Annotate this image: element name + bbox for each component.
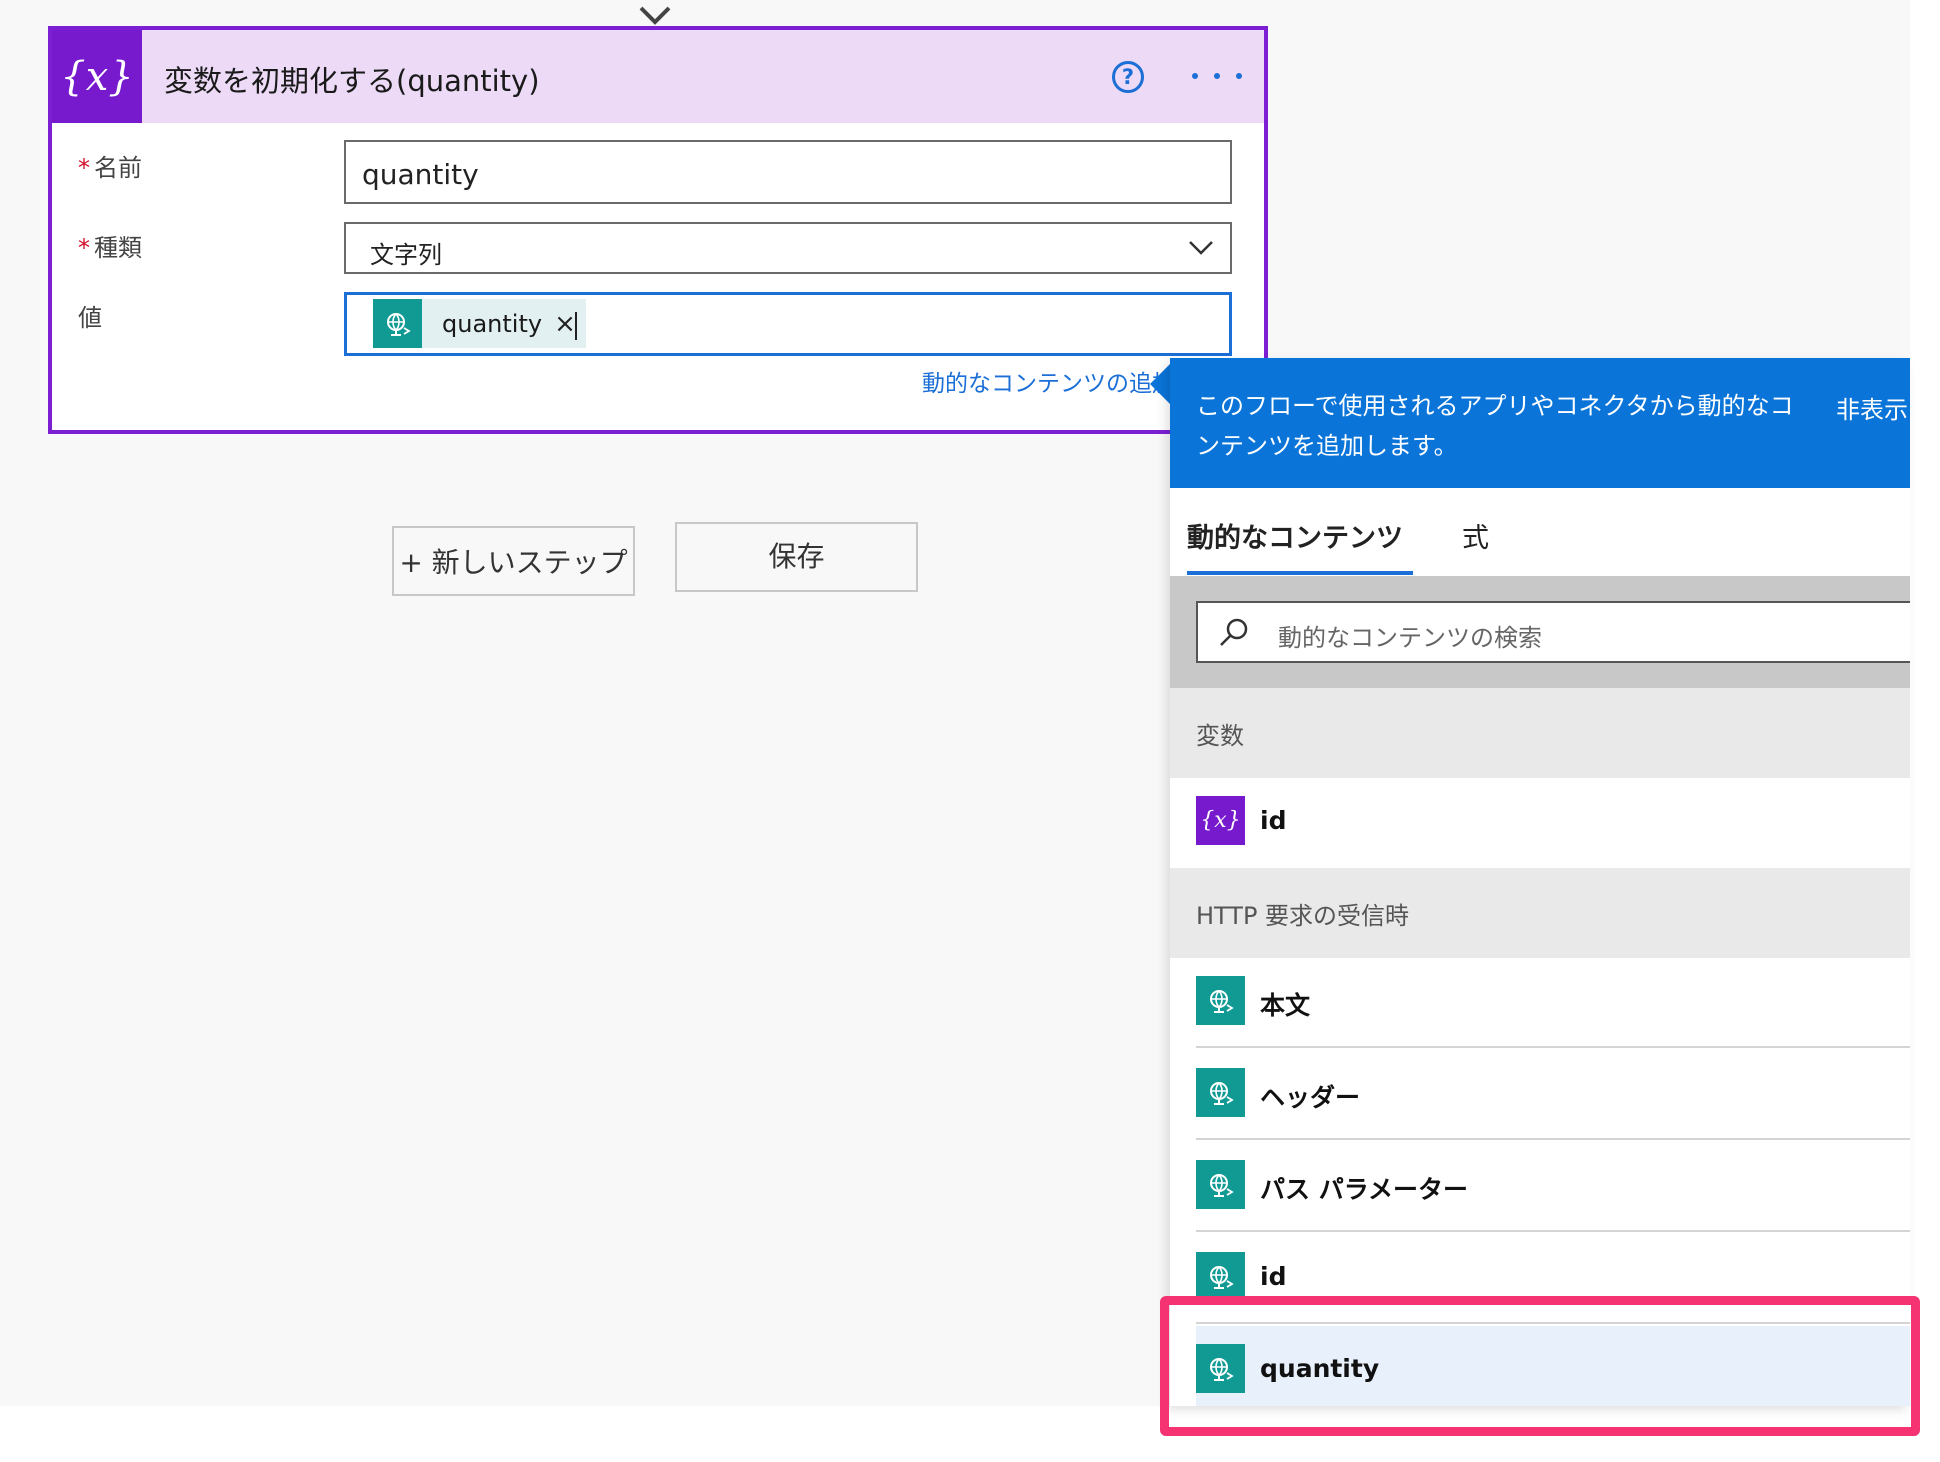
card-title[interactable]: 変数を初期化する(quantity) bbox=[164, 58, 540, 100]
list-item[interactable]: ヘッダー bbox=[1196, 1050, 1910, 1140]
search-placeholder: 動的なコンテンツの検索 bbox=[1278, 624, 1542, 652]
name-field-value: quantity bbox=[362, 158, 479, 191]
list-item[interactable]: パス パラメーター bbox=[1196, 1142, 1910, 1232]
section-http-request: HTTP 要求の受信時 bbox=[1170, 868, 1910, 958]
chevron-down-icon bbox=[1189, 241, 1213, 255]
name-field[interactable]: quantity bbox=[344, 140, 1232, 204]
list-item[interactable]: 本文 bbox=[1196, 958, 1910, 1048]
panel-header: このフローで使用されるアプリやコネクタから動的なコンテンツを追加します。 非表示 bbox=[1170, 358, 1910, 488]
new-step-button[interactable]: + 新しいステップ bbox=[392, 526, 635, 596]
text-cursor bbox=[575, 312, 577, 340]
help-icon[interactable]: ? bbox=[1112, 61, 1144, 93]
tab-dynamic-content[interactable]: 動的なコンテンツ bbox=[1187, 516, 1403, 555]
active-tab-indicator bbox=[1187, 571, 1413, 575]
list-item[interactable]: id bbox=[1196, 1234, 1910, 1324]
value-label: 値 bbox=[78, 304, 102, 332]
more-options-icon[interactable] bbox=[1192, 70, 1242, 82]
http-request-icon bbox=[1196, 1160, 1245, 1209]
list-item-quantity[interactable]: quantity bbox=[1196, 1326, 1910, 1406]
variable-icon: {x} bbox=[1196, 796, 1245, 845]
section-variables: 変数 bbox=[1170, 688, 1910, 778]
save-button[interactable]: 保存 bbox=[675, 522, 918, 592]
close-icon[interactable]: × bbox=[554, 309, 576, 339]
http-request-icon bbox=[373, 299, 422, 348]
panel-callout-pointer bbox=[1150, 362, 1172, 406]
card-header[interactable]: {x} 変数を初期化する(quantity) ? bbox=[52, 30, 1264, 123]
list-item-label: quantity bbox=[1260, 1354, 1380, 1383]
variable-icon: {x} bbox=[52, 30, 142, 123]
designer-canvas: {x} 変数を初期化する(quantity) ? * 名前 quantity * 種… bbox=[0, 0, 1910, 1406]
value-token-label: quantity bbox=[442, 309, 543, 338]
list-item-label: ヘッダー bbox=[1260, 1083, 1361, 1112]
required-mark: * bbox=[78, 234, 90, 262]
list-item-label: パス パラメーター bbox=[1260, 1175, 1468, 1204]
list-item-label: id bbox=[1260, 806, 1287, 835]
connector-arrow-icon bbox=[639, 6, 671, 25]
list-item-label: id bbox=[1260, 1262, 1287, 1291]
list-item[interactable]: {x} id bbox=[1196, 778, 1910, 868]
search-input[interactable]: 動的なコンテンツの検索 bbox=[1196, 601, 1910, 663]
http-request-icon bbox=[1196, 976, 1245, 1025]
required-mark: * bbox=[78, 154, 90, 182]
initialize-variable-card: {x} 変数を初期化する(quantity) ? * 名前 quantity * 種… bbox=[48, 26, 1268, 434]
dynamic-content-panel: このフローで使用されるアプリやコネクタから動的なコンテンツを追加します。 非表示… bbox=[1170, 358, 1910, 1406]
value-field[interactable]: quantity × bbox=[344, 292, 1232, 356]
type-label: * 種類 bbox=[78, 234, 142, 262]
hide-button[interactable]: 非表示 bbox=[1836, 390, 1908, 425]
type-dropdown[interactable]: 文字列 bbox=[344, 222, 1232, 274]
name-label: * 名前 bbox=[78, 154, 142, 182]
value-token[interactable]: quantity × bbox=[373, 299, 586, 348]
search-area: 動的なコンテンツの検索 bbox=[1170, 576, 1910, 688]
search-icon bbox=[1220, 618, 1248, 646]
http-request-icon bbox=[1196, 1252, 1245, 1301]
list-item-label: 本文 bbox=[1260, 991, 1311, 1020]
type-dropdown-value: 文字列 bbox=[370, 241, 442, 269]
panel-description: このフローで使用されるアプリやコネクタから動的なコンテンツを追加します。 bbox=[1196, 392, 1794, 460]
tab-expression[interactable]: 式 bbox=[1462, 516, 1489, 555]
http-request-icon bbox=[1196, 1068, 1245, 1117]
http-request-icon bbox=[1196, 1344, 1245, 1393]
